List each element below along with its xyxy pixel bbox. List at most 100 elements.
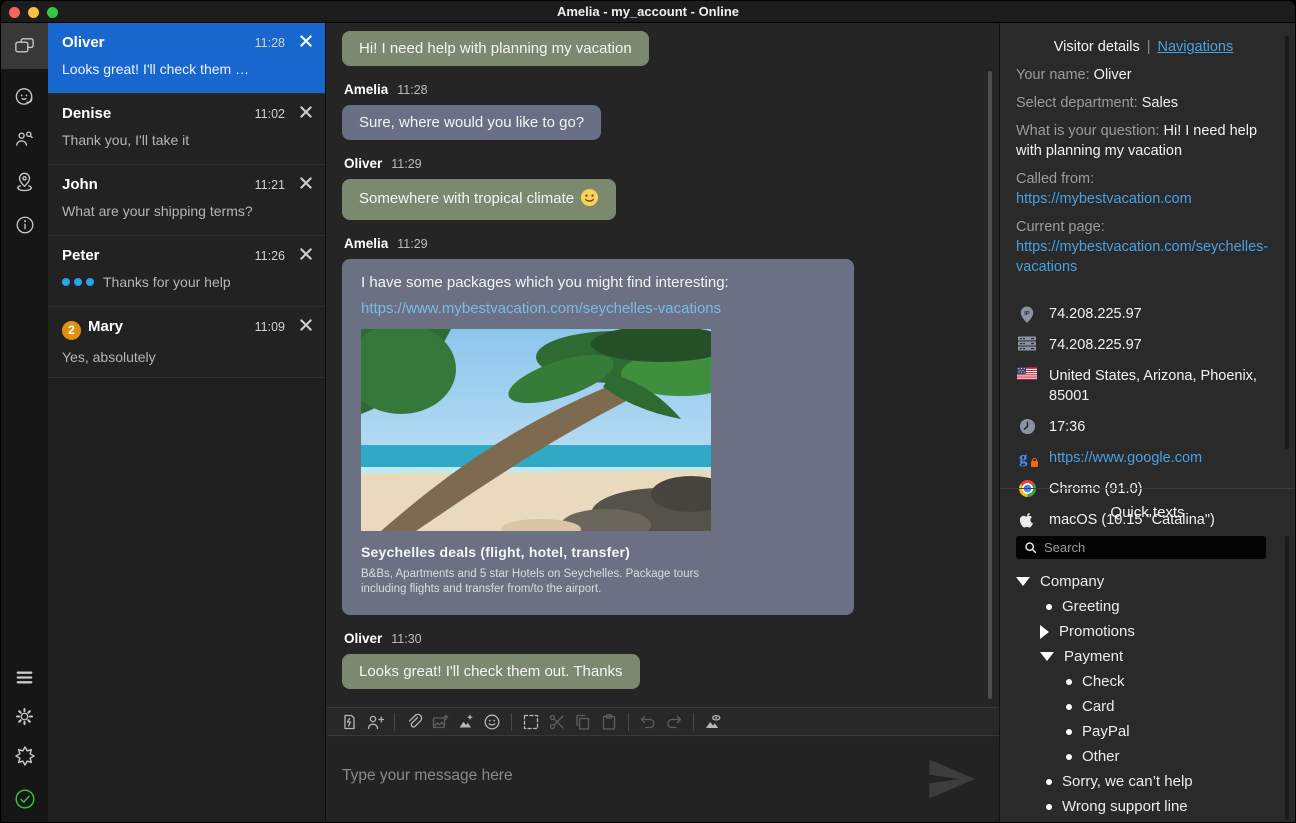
tree-node-check[interactable]: Check [1000, 669, 1279, 694]
send-button[interactable] [925, 753, 977, 805]
field-question: What is your question: Hi! I need help w… [1016, 121, 1271, 161]
tree-node-other[interactable]: Other [1000, 744, 1279, 769]
info-row-browser: Chrome (91.0) [1016, 479, 1271, 499]
agent-icon[interactable] [1, 75, 48, 117]
tree-node-promotions[interactable]: Promotions [1000, 619, 1279, 644]
minimize-window-button[interactable] [28, 7, 39, 18]
chat-time: 11:09 [255, 320, 285, 334]
toolbar-separator [394, 713, 395, 731]
paste-icon[interactable] [596, 712, 622, 732]
menu-icon[interactable] [1, 656, 48, 698]
beach-photo [361, 329, 711, 531]
agent-card-bubble: I have some packages which you might fin… [342, 259, 854, 615]
settings-gear-icon[interactable] [1, 695, 48, 737]
image-preview-icon[interactable] [700, 712, 726, 732]
cut-icon[interactable] [544, 712, 570, 732]
chat-list-item[interactable]: Oliver 11:28 Looks great! I'll check the… [48, 23, 325, 94]
google-icon: g [1016, 449, 1038, 467]
emoji-icon[interactable] [479, 712, 505, 732]
message-meta: Amelia11:28 [344, 82, 979, 97]
field-current-page: Current page: https://mybestvacation.com… [1016, 217, 1271, 277]
info-row-time: 17:36 [1016, 417, 1271, 437]
navigation-rail [1, 23, 48, 822]
close-window-button[interactable] [9, 7, 20, 18]
chat-preview: Yes, absolutely [62, 349, 311, 365]
chat-list-item[interactable]: John 11:21 What are your shipping terms? [48, 165, 325, 236]
select-area-icon[interactable] [518, 712, 544, 732]
close-chat-icon[interactable] [299, 247, 313, 261]
message-input[interactable] [327, 737, 999, 822]
tree-node-card[interactable]: Card [1000, 694, 1279, 719]
visitor-message-bubble: Somewhere with tropical climate [342, 179, 616, 220]
attach-file-icon[interactable] [401, 712, 427, 732]
close-chat-icon[interactable] [299, 105, 313, 119]
message-time: 11:28 [397, 83, 427, 97]
insert-image-icon[interactable] [427, 712, 453, 732]
unread-badge: 2 [62, 321, 81, 340]
message-time: 11:30 [391, 632, 421, 646]
search-input[interactable] [1044, 540, 1258, 555]
close-chat-icon[interactable] [299, 176, 313, 190]
search-icon [1024, 541, 1037, 554]
visitor-message-bubble: Hi! I need help with planning my vacatio… [342, 31, 649, 66]
online-status-icon[interactable] [1, 778, 48, 820]
called-from-link[interactable]: https://mybestvacation.com [1016, 191, 1192, 207]
tree-node-sorry[interactable]: Sorry, we can’t help [1000, 769, 1279, 794]
add-person-icon[interactable] [362, 712, 388, 732]
info-row-referrer: g https://www.google.com [1016, 448, 1271, 468]
chat-preview: Thank you, I'll take it [62, 132, 311, 148]
field-department: Select department: Sales [1016, 93, 1271, 113]
tree-node-greeting[interactable]: Greeting [1000, 594, 1279, 619]
bullet-icon [1066, 729, 1072, 735]
chat-scrollbar[interactable] [988, 71, 992, 699]
chat-list: Oliver 11:28 Looks great! I'll check the… [48, 23, 326, 822]
quick-text-icon[interactable] [336, 712, 362, 732]
chat-list-item[interactable]: 2Mary 11:09 Yes, absolutely [48, 307, 325, 378]
quick-texts-scrollbar[interactable] [1285, 536, 1289, 820]
info-icon[interactable] [1, 204, 48, 246]
redo-icon[interactable] [661, 712, 687, 732]
maximize-window-button[interactable] [47, 7, 58, 18]
location-icon[interactable] [1, 160, 48, 202]
visitor-details-panel: Visitor details|Navigations Your name: O… [999, 23, 1295, 822]
close-chat-icon[interactable] [299, 34, 313, 48]
message-author: Amelia [344, 236, 388, 251]
title-bar: Amelia - my_account - Online [1, 1, 1295, 23]
tree-node-payment[interactable]: Payment [1000, 644, 1279, 669]
quick-texts-title: Quick texts [1000, 504, 1295, 521]
tab-visitor-details[interactable]: Visitor details [1054, 39, 1140, 55]
undo-icon[interactable] [635, 712, 661, 732]
tab-navigations[interactable]: Navigations [1157, 39, 1233, 55]
message-history: Hi! I need help with planning my vacatio… [342, 23, 981, 705]
message-meta: Oliver 11:30 [344, 631, 979, 646]
chat-list-item[interactable]: Denise 11:02 Thank you, I'll take it [48, 94, 325, 165]
chat-list-item[interactable]: Peter 11:26 Thanks for your help [48, 236, 325, 307]
chat-name: Oliver [62, 34, 105, 51]
chat-preview: Thanks for your help [62, 274, 311, 290]
bullet-icon [1046, 779, 1052, 785]
chat-preview: What are your shipping terms? [62, 203, 311, 219]
quick-texts-search [1016, 536, 1266, 559]
card-link[interactable]: https://www.mybestvacation.com/seychelle… [361, 300, 835, 317]
tab-separator: | [1147, 39, 1151, 55]
window-title: Amelia - my_account - Online [1, 1, 1295, 22]
tree-node-paypal[interactable]: PayPal [1000, 719, 1279, 744]
tree-node-wrong-line[interactable]: Wrong support line [1000, 794, 1279, 819]
screenshot-icon[interactable] [453, 712, 479, 732]
copy-icon[interactable] [570, 712, 596, 732]
tree-node-company[interactable]: Company [1000, 569, 1279, 594]
close-chat-icon[interactable] [299, 318, 313, 332]
message-author: Oliver [344, 156, 382, 171]
expand-icon [1040, 625, 1049, 639]
message-author: Oliver [344, 631, 382, 646]
message-time: 11:29 [397, 237, 427, 251]
chat-name: John [62, 176, 98, 193]
details-scrollbar[interactable] [1285, 36, 1289, 449]
visitors-icon[interactable] [1, 118, 48, 160]
chats-icon[interactable] [1, 23, 48, 69]
referrer-link[interactable]: https://www.google.com [1049, 448, 1202, 468]
message-meta: Amelia 11:29 [344, 236, 979, 251]
card-description: B&Bs, Apartments and 5 star Hotels on Se… [361, 567, 701, 597]
current-page-link[interactable]: https://mybestvacation.com/seychelles-va… [1016, 239, 1268, 275]
burst-icon[interactable] [1, 735, 48, 777]
